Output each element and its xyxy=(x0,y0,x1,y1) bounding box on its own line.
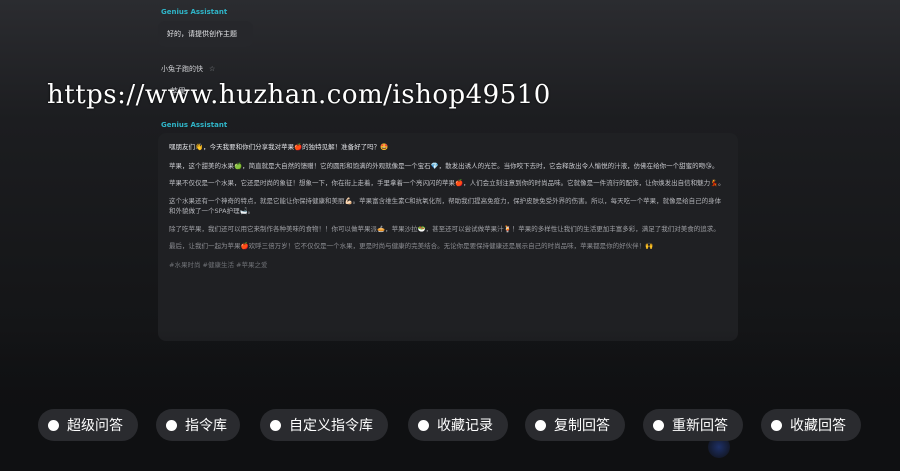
assistant-reply-long: 嘿朋友们👋，今天我要和你们分享我对苹果🍎的独特见解！准备好了吗？🤩 苹果，这个甜… xyxy=(158,133,738,341)
dot-icon xyxy=(535,419,546,431)
action-label: 重新回答 xyxy=(672,418,728,434)
bottom-fade xyxy=(0,330,900,471)
copy-answer-button[interactable]: 复制回答 xyxy=(525,409,625,441)
action-label: 复制回答 xyxy=(554,418,610,434)
action-label: 超级问答 xyxy=(67,418,123,434)
user-header: 小兔子跑的快 ☆ xyxy=(161,64,215,74)
reply-paragraph: 最后，让我们一起为苹果🍎欢呼三倍万岁！它不仅仅是一个水果，更是时尚与健康的完美结… xyxy=(169,242,654,250)
assistant-name: Genius Assistant xyxy=(161,8,228,16)
regenerate-answer-button[interactable]: 重新回答 xyxy=(643,409,743,441)
reply-paragraph: 苹果，这个甜美的水果🍏，简直就是大自然的馈赠！它的圆形和饱满的外观就像是一个宝石… xyxy=(169,161,719,170)
user-name: 小兔子跑的快 xyxy=(161,65,203,73)
reply-paragraph: 除了吃苹果，我们还可以用它来制作各种美味的食物！！你可以做苹果派🥧，苹果沙拉🥗，… xyxy=(169,224,720,233)
action-label: 自定义指令库 xyxy=(289,418,373,434)
dot-icon xyxy=(418,419,429,431)
dot-icon xyxy=(270,419,281,431)
prompt-library-button[interactable]: 指令库 xyxy=(156,409,240,441)
reply-paragraph: 嘿朋友们👋，今天我要和你们分享我对苹果🍎的独特见解！准备好了吗？🤩 xyxy=(169,143,389,151)
star-icon[interactable]: ☆ xyxy=(209,65,215,73)
reply-paragraph: 苹果不仅仅是一个水果，它还是时尚的象征！想象一下，你在街上走着，手里拿着一个亮闪… xyxy=(169,179,725,187)
watermark-url: https://www.huzhan.com/ishop49510 xyxy=(47,80,551,110)
super-qa-button[interactable]: 超级问答 xyxy=(38,409,138,441)
action-label: 收藏回答 xyxy=(790,418,846,434)
action-label: 指令库 xyxy=(185,418,227,434)
action-label: 收藏记录 xyxy=(437,418,493,434)
reply-tags: #水果时尚 #健康生活 #苹果之爱 xyxy=(169,260,268,269)
favorites-history-button[interactable]: 收藏记录 xyxy=(408,409,508,441)
dot-icon xyxy=(48,419,59,431)
action-bar: 超级问答 指令库 自定义指令库 收藏记录 复制回答 重新回答 收藏回答 xyxy=(38,409,868,441)
assistant-name: Genius Assistant xyxy=(161,121,228,129)
assistant-reply-short: 好的，请提供创作主题 xyxy=(158,21,253,47)
save-answer-button[interactable]: 收藏回答 xyxy=(761,409,861,441)
custom-prompt-library-button[interactable]: 自定义指令库 xyxy=(260,409,388,441)
dot-icon xyxy=(653,419,664,431)
reply-paragraph: 这个水果还有一个神奇的特点，就是它能让你保持健康和美丽💪🏻。苹果富含维生素C和抗… xyxy=(169,196,722,216)
dot-icon xyxy=(771,419,782,431)
dot-icon xyxy=(166,419,177,431)
